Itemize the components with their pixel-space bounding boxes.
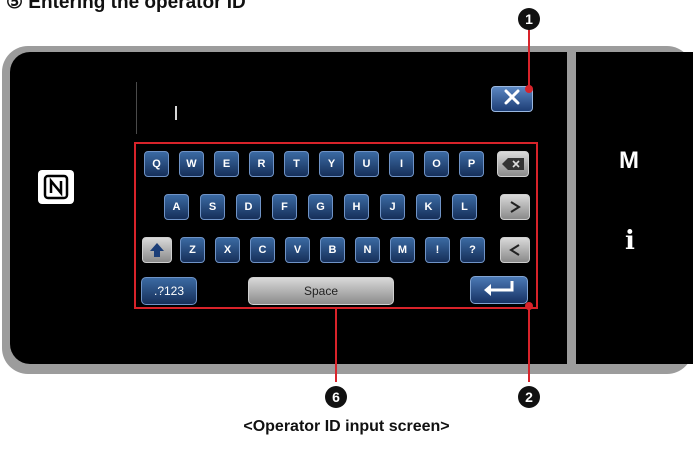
callout-6-badge: 6	[325, 386, 347, 408]
key-o[interactable]: O	[424, 151, 449, 177]
key-a[interactable]: A	[164, 194, 189, 220]
key-m[interactable]: M	[390, 237, 415, 263]
close-icon	[504, 89, 520, 110]
side-screen	[576, 52, 693, 364]
key-k[interactable]: K	[416, 194, 441, 220]
key-i[interactable]: I	[389, 151, 414, 177]
key-h[interactable]: H	[344, 194, 369, 220]
key-f[interactable]: F	[272, 194, 297, 220]
key-b[interactable]: B	[320, 237, 345, 263]
callout-2-badge: 2	[518, 386, 540, 408]
key-exclamation[interactable]: !	[425, 237, 450, 263]
space-key[interactable]: Space	[248, 277, 394, 305]
key-u[interactable]: U	[354, 151, 379, 177]
key-d[interactable]: D	[236, 194, 261, 220]
key-p[interactable]: P	[459, 151, 484, 177]
key-e[interactable]: E	[214, 151, 239, 177]
key-x[interactable]: X	[215, 237, 240, 263]
key-w[interactable]: W	[179, 151, 204, 177]
enter-icon	[482, 280, 516, 301]
key-l[interactable]: L	[452, 194, 477, 220]
nfc-icon	[38, 170, 74, 204]
key-v[interactable]: V	[285, 237, 310, 263]
key-question[interactable]: ?	[460, 237, 485, 263]
callout-1-marker	[525, 85, 533, 93]
callout-1-badge: 1	[518, 8, 540, 30]
cursor-left-icon	[508, 243, 522, 257]
operator-id-input[interactable]	[136, 82, 535, 134]
shift-icon	[149, 242, 165, 258]
section-heading: ⑤ Entering the operator ID	[6, 0, 246, 13]
cursor-right-icon	[508, 200, 522, 214]
text-cursor	[175, 106, 177, 120]
cursor-right-key[interactable]	[500, 194, 530, 220]
enter-button[interactable]	[470, 276, 528, 304]
key-t[interactable]: T	[284, 151, 309, 177]
cursor-left-key[interactable]	[500, 237, 530, 263]
symbols-mode-key[interactable]: .?123	[141, 277, 197, 305]
backspace-key[interactable]	[497, 151, 529, 177]
callout-6-line	[335, 308, 337, 382]
key-j[interactable]: J	[380, 194, 405, 220]
callout-2-line	[528, 306, 530, 382]
key-c[interactable]: C	[250, 237, 275, 263]
key-g[interactable]: G	[308, 194, 333, 220]
shift-key[interactable]	[142, 237, 172, 263]
key-q[interactable]: Q	[144, 151, 169, 177]
key-z[interactable]: Z	[180, 237, 205, 263]
key-s[interactable]: S	[200, 194, 225, 220]
key-r[interactable]: R	[249, 151, 274, 177]
callout-1-line	[528, 28, 530, 86]
menu-mode-button[interactable]: M	[619, 147, 639, 175]
backspace-icon	[502, 158, 524, 170]
information-button[interactable]: i	[625, 226, 635, 256]
figure-caption: <Operator ID input screen>	[243, 418, 450, 435]
key-n[interactable]: N	[355, 237, 380, 263]
key-y[interactable]: Y	[319, 151, 344, 177]
